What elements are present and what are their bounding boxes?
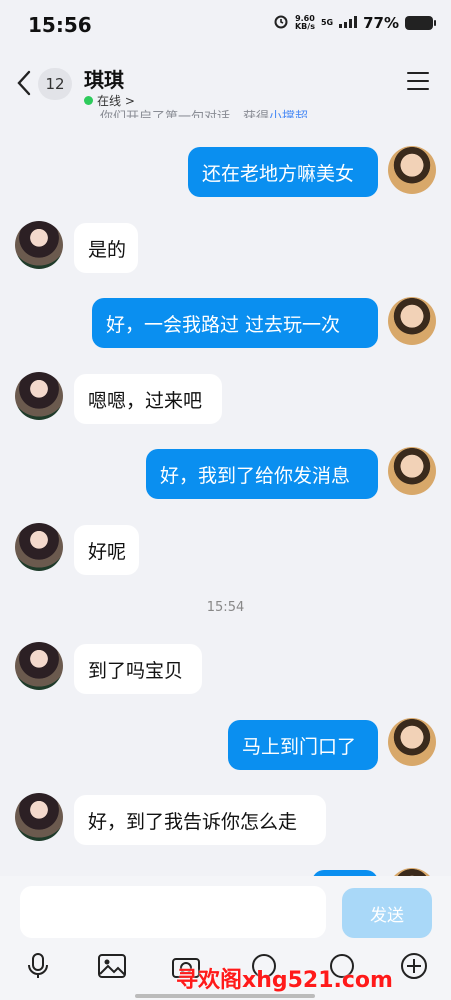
message-input[interactable] bbox=[20, 886, 326, 938]
net-speed: 9.60 KB/s bbox=[295, 15, 315, 31]
chat-header: 12 琪琪 在线 > bbox=[0, 52, 451, 112]
my-avatar[interactable] bbox=[388, 718, 436, 766]
battery-percent: 77% bbox=[363, 14, 399, 32]
message-bubble-incoming[interactable]: 好呢 bbox=[74, 525, 139, 575]
system-note-text: 你们开启了第一句对话，获得 bbox=[100, 110, 270, 118]
contact-avatar[interactable] bbox=[15, 793, 63, 841]
my-avatar[interactable] bbox=[388, 297, 436, 345]
composer: 发送 寻欢阁xhg521.com bbox=[0, 876, 451, 1000]
home-indicator bbox=[135, 994, 315, 998]
message-bubble-outgoing[interactable]: 还在老地方嘛美女 bbox=[188, 147, 378, 197]
network-type: 5G bbox=[320, 18, 334, 27]
image-icon[interactable] bbox=[96, 950, 128, 982]
system-note-highlight[interactable]: 小撑超 bbox=[269, 110, 308, 118]
message-bubble-outgoing[interactable]: 马上到门口了 bbox=[228, 720, 378, 770]
microphone-icon[interactable] bbox=[22, 950, 54, 982]
contact-avatar[interactable] bbox=[15, 221, 63, 269]
message-timestamp: 15:54 bbox=[206, 600, 245, 615]
menu-icon[interactable] bbox=[407, 72, 429, 96]
send-button[interactable]: 发送 bbox=[342, 888, 432, 938]
message-bubble-incoming[interactable]: 好，到了我告诉你怎么走 bbox=[74, 795, 326, 845]
message-bubble-outgoing[interactable]: 好，一会我路过 过去玩一次 bbox=[92, 298, 378, 348]
back-chevron-icon[interactable] bbox=[16, 70, 32, 103]
message-bubble-incoming[interactable]: 到了吗宝贝 bbox=[74, 644, 202, 694]
message-bubble-incoming[interactable]: 是的 bbox=[74, 223, 138, 273]
battery-icon bbox=[405, 16, 436, 30]
add-icon[interactable] bbox=[398, 950, 430, 982]
contact-avatar[interactable] bbox=[15, 372, 63, 420]
signal-icon bbox=[339, 14, 358, 32]
contact-avatar[interactable] bbox=[15, 523, 63, 571]
net-speed-unit: KB/s bbox=[294, 22, 315, 31]
online-dot-icon bbox=[84, 96, 93, 105]
status-bar: 15:56 9.60 KB/s 5G 77% bbox=[0, 0, 451, 48]
alarm-icon bbox=[273, 13, 289, 33]
system-note: 你们开启了第一句对话，获得小撑超 bbox=[100, 106, 308, 118]
contact-avatar[interactable] bbox=[15, 642, 63, 690]
message-bubble-outgoing[interactable]: 好，我到了给你发消息 bbox=[146, 449, 378, 499]
my-avatar[interactable] bbox=[388, 447, 436, 495]
unread-badge[interactable]: 12 bbox=[38, 68, 72, 100]
watermark: 寻欢阁xhg521.com bbox=[176, 968, 393, 993]
status-time: 15:56 bbox=[28, 13, 92, 37]
contact-name[interactable]: 琪琪 bbox=[84, 64, 124, 93]
my-avatar[interactable] bbox=[388, 146, 436, 194]
message-bubble-incoming[interactable]: 嗯嗯，过来吧 bbox=[74, 374, 222, 424]
status-icons: 9.60 KB/s 5G 77% bbox=[273, 13, 436, 33]
